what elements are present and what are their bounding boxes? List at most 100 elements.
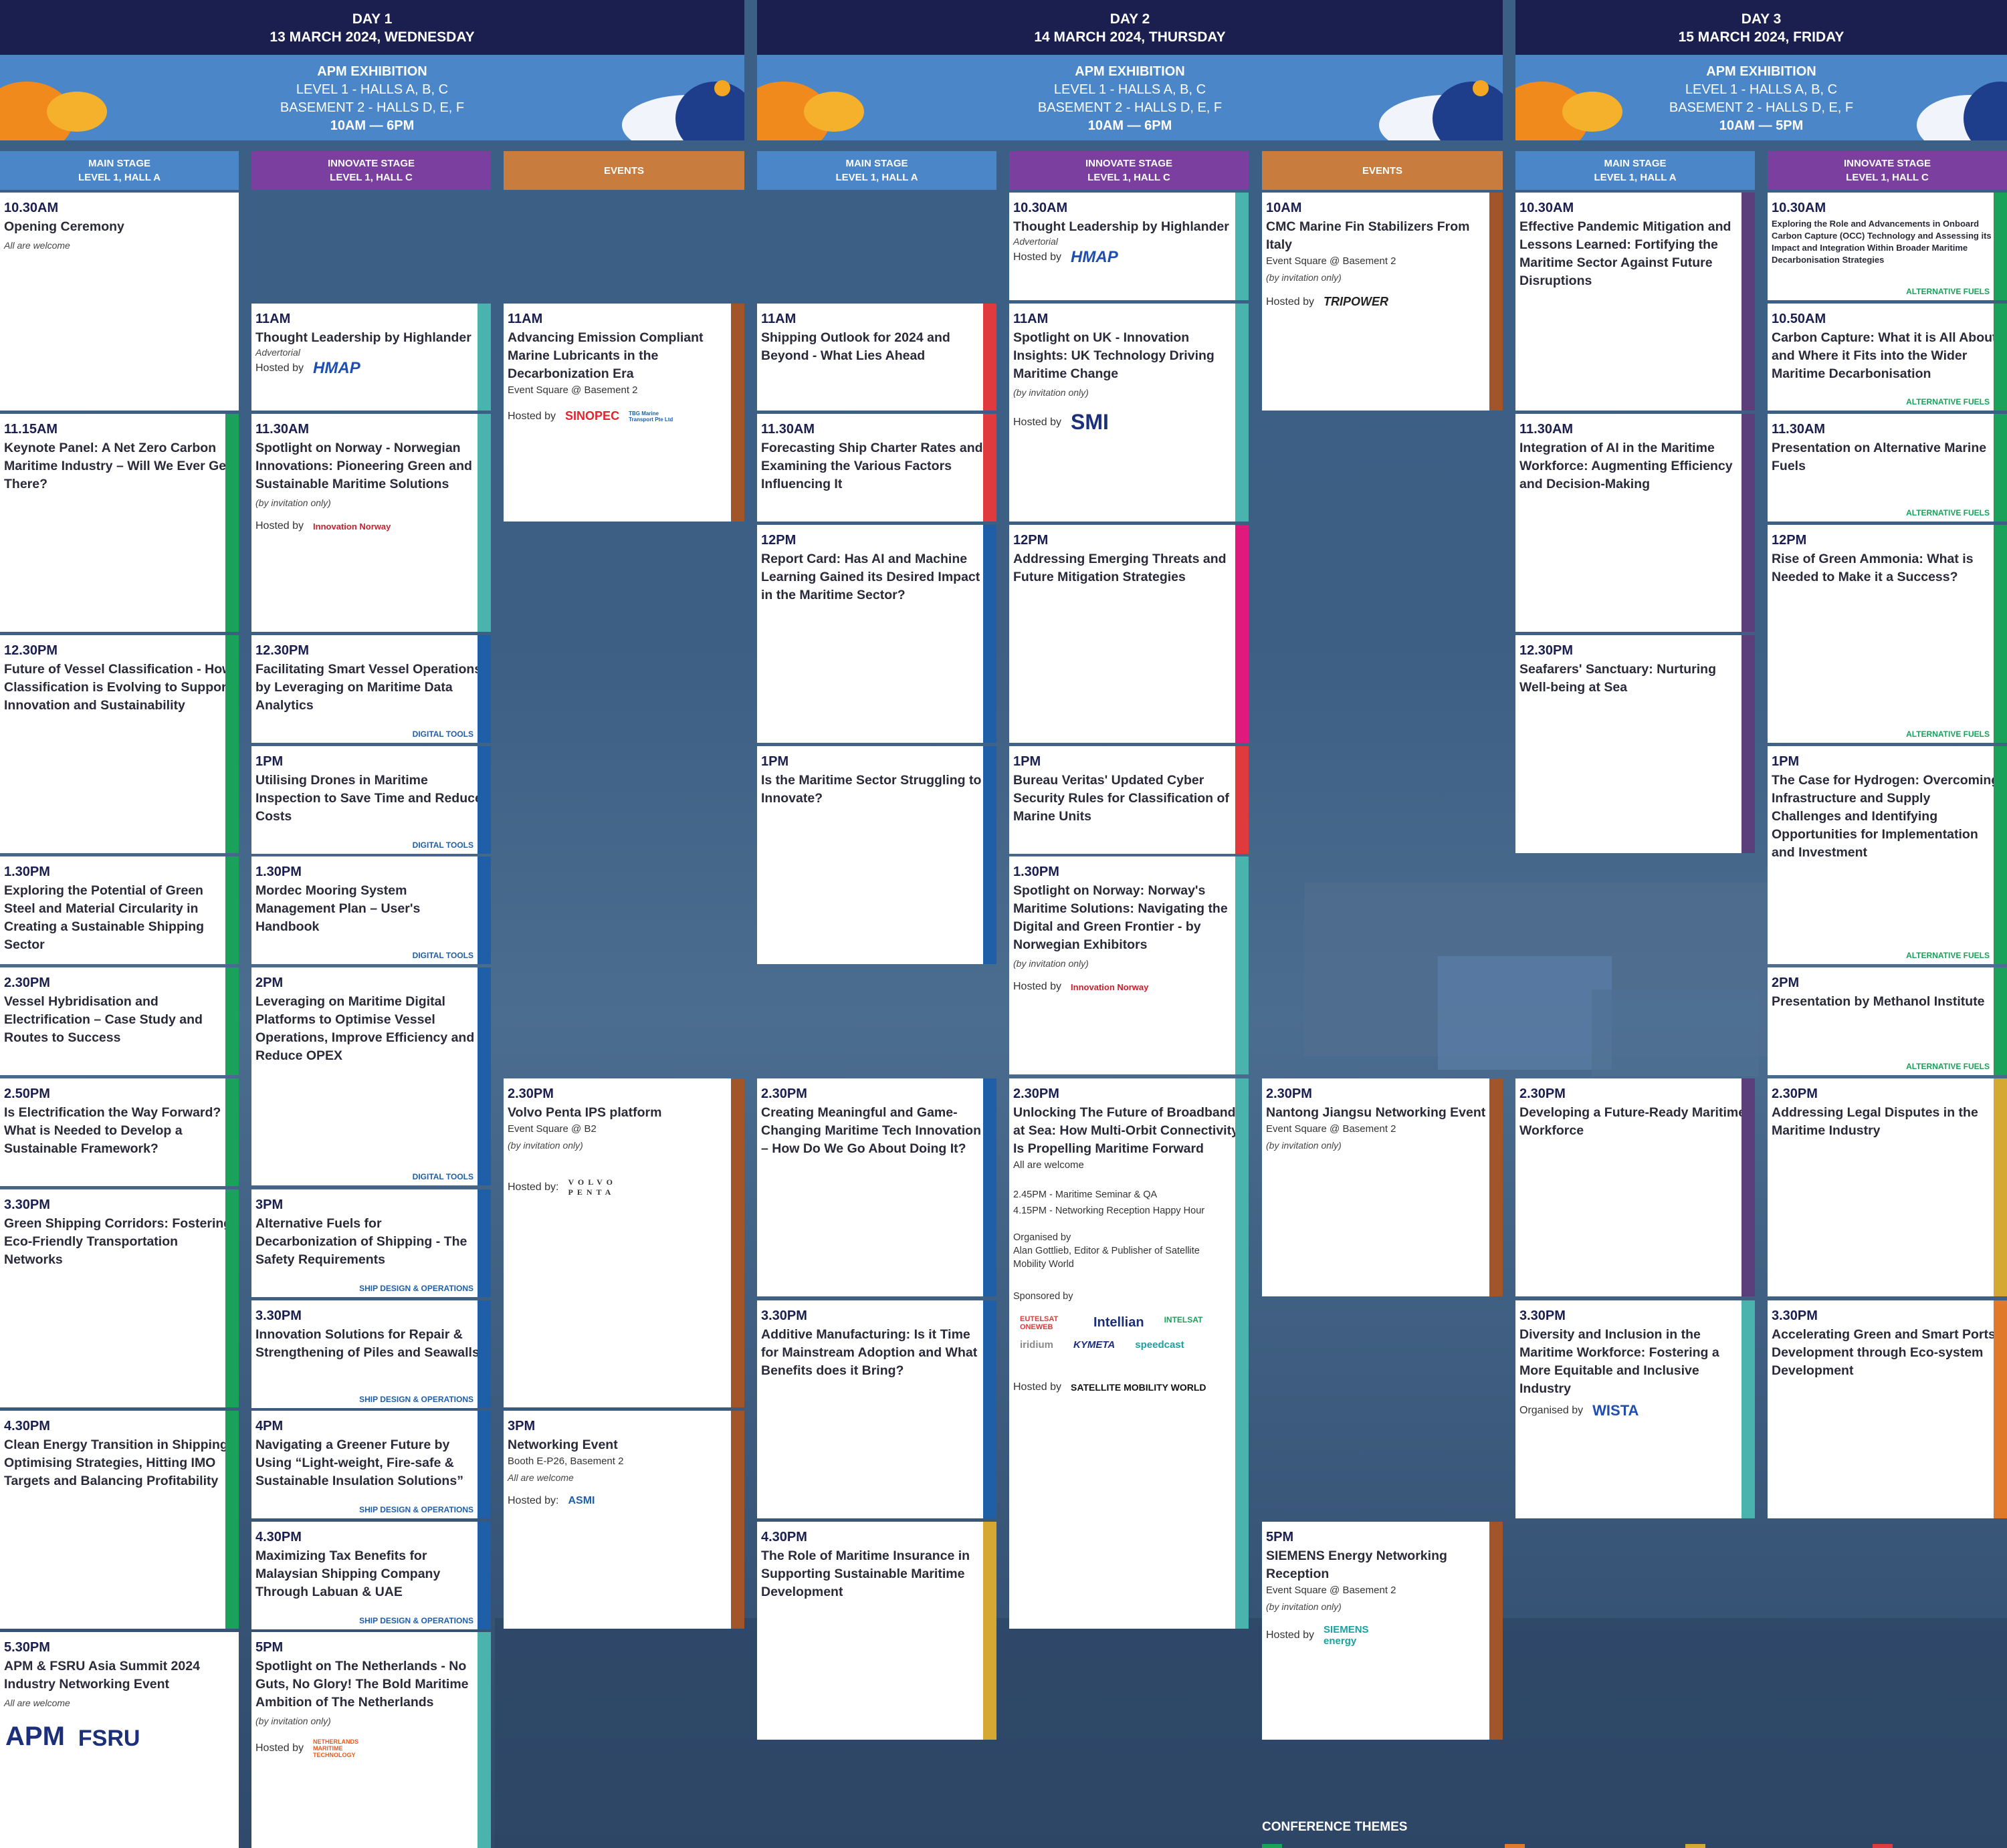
theme-stripe [1994, 967, 2007, 1075]
session-note: (by invitation only) [1013, 387, 1089, 398]
session-detail: 2.45PM - Maritime Seminar & QA [1013, 1189, 1158, 1200]
session-card[interactable]: 12.30PM Facilitating Smart Vessel Operat… [251, 635, 491, 743]
host-row: Hosted by HMAP [1013, 248, 1118, 266]
session-card[interactable]: 11.30AM Presentation on Alternative Mari… [1768, 414, 2007, 522]
session-time: 3.30PM [255, 1308, 302, 1323]
theme-stripe [983, 414, 996, 522]
session-title: Opening Ceremony [4, 219, 124, 234]
event-card[interactable]: 2.30PM Volvo Penta IPS platform Event Sq… [504, 1078, 744, 1407]
theme-stripe [731, 304, 744, 522]
session-title: Effective Pandemic Mitigation and Lesson… [1519, 219, 1731, 288]
background-container-stack [1592, 990, 1759, 1076]
session-card[interactable]: 11AM Shipping Outlook for 2024 and Beyon… [757, 304, 996, 411]
theme-stripe [1994, 1078, 2007, 1296]
session-time: 11.30AM [1772, 422, 1826, 437]
theme-stripe [1741, 193, 1755, 411]
session-card[interactable]: 10.50AM Carbon Capture: What it is All A… [1768, 304, 2007, 411]
session-card[interactable]: 3.30PM Green Shipping Corridors: Fosteri… [0, 1189, 239, 1407]
session-card[interactable]: 2.30PM Addressing Legal Disputes in the … [1768, 1078, 2007, 1296]
session-location: Booth E-P26, Basement 2 [508, 1456, 624, 1467]
session-card[interactable]: 11AM Thought Leadership by Highlander Ad… [251, 304, 491, 411]
session-card[interactable]: 12.30PM Future of Vessel Classification … [0, 635, 239, 853]
session-card[interactable]: 12.30PM Seafarers' Sanctuary: Nurturing … [1515, 635, 1755, 853]
theme-swatch [1262, 1844, 1282, 1848]
event-card[interactable]: 3PM Networking Event Booth E-P26, Baseme… [504, 1411, 744, 1629]
session-card[interactable]: 12PM Rise of Green Ammonia: What is Need… [1768, 525, 2007, 743]
session-card[interactable]: 4.30PM Maximizing Tax Benefits for Malay… [251, 1522, 491, 1629]
session-card[interactable]: 1PM Bureau Veritas' Updated Cyber Securi… [1009, 746, 1249, 854]
theme-stripe [478, 414, 491, 632]
session-location: Event Square @ Basement 2 [1266, 1585, 1396, 1596]
tbg-logo: TBG Marine Transport Pte Ltd [629, 410, 673, 423]
session-title: Spotlight on UK - Innovation Insights: U… [1013, 330, 1214, 381]
session-title: Bureau Veritas' Updated Cyber Security R… [1013, 773, 1229, 824]
session-card[interactable]: 4.30PM Clean Energy Transition in Shippi… [0, 1411, 239, 1629]
theme-stripe [1994, 525, 2007, 743]
session-card[interactable]: 2.30PM Vessel Hybridisation and Electrif… [0, 967, 239, 1075]
event-card[interactable]: 11AM Advancing Emission Compliant Marine… [504, 304, 744, 522]
session-time: 11AM [1013, 312, 1049, 326]
column-header-main-stage: MAIN STAGE LEVEL 1, HALL A [1515, 151, 1755, 190]
session-card[interactable]: 2PM Presentation by Methanol Institute A… [1768, 967, 2007, 1075]
session-card[interactable]: 3PM Alternative Fuels for Decarbonizatio… [251, 1189, 491, 1297]
event-card[interactable]: 5PM SIEMENS Energy Networking Reception … [1262, 1522, 1503, 1740]
theme-stripe [1741, 1300, 1755, 1518]
session-time: 11AM [761, 312, 797, 326]
theme-stripe [983, 1078, 996, 1296]
exhibition-title: APM EXHIBITION [1075, 64, 1185, 79]
session-card[interactable]: 3.30PM Diversity and Inclusion in the Ma… [1515, 1300, 1755, 1518]
session-card[interactable]: 1PM The Case for Hydrogen: Overcoming In… [1768, 746, 2007, 964]
session-card[interactable]: 10.30AM Opening Ceremony All are welcome [0, 193, 239, 411]
session-card[interactable]: 1.30PM Exploring the Potential of Green … [0, 856, 239, 964]
session-card[interactable]: 10.30AM Effective Pandemic Mitigation an… [1515, 193, 1755, 411]
session-time: 2.30PM [1013, 1086, 1059, 1101]
session-card[interactable]: 1.30PM Mordec Mooring System Management … [251, 856, 491, 964]
session-card[interactable]: 11.30AM Spotlight on Norway - Norwegian … [251, 414, 491, 632]
session-card[interactable]: 1.30PM Spotlight on Norway: Norway's Mar… [1009, 856, 1249, 1074]
session-title: Seafarers' Sanctuary: Nurturing Well-bei… [1519, 662, 1716, 695]
session-card[interactable]: 4.30PM The Role of Maritime Insurance in… [757, 1522, 996, 1740]
session-card[interactable]: 2.30PM Creating Meaningful and Game-Chan… [757, 1078, 996, 1296]
session-card[interactable]: 3.30PM Accelerating Green and Smart Port… [1768, 1300, 2007, 1518]
event-card[interactable]: 2.30PM Nantong Jiangsu Networking Event … [1262, 1078, 1503, 1296]
day-date: 15 MARCH 2024, FRIDAY [1678, 29, 1844, 45]
session-time: 12PM [1772, 533, 1807, 548]
session-time: 4PM [255, 1419, 284, 1433]
theme-stripe [478, 304, 491, 411]
session-card[interactable]: 2.50PM Is Electrification the Way Forwar… [0, 1078, 239, 1186]
session-card[interactable]: 11.30AM Integration of AI in the Maritim… [1515, 414, 1755, 632]
theme-tag: ALTERNATIVE FUELS [1906, 508, 1990, 517]
session-card[interactable]: 12PM Report Card: Has AI and Machine Lea… [757, 525, 996, 743]
session-note: All are welcome [4, 240, 70, 251]
session-card[interactable]: 10.30AM Thought Leadership by Highlander… [1009, 193, 1249, 300]
session-card[interactable]: 11.30AM Forecasting Ship Charter Rates a… [757, 414, 996, 522]
session-title: Developing a Future-Ready Maritime Workf… [1519, 1105, 1746, 1138]
session-time: 1.30PM [255, 864, 302, 879]
session-card[interactable]: 1PM Utilising Drones in Maritime Inspect… [251, 746, 491, 854]
session-card[interactable]: 4PM Navigating a Greener Future by Using… [251, 1411, 491, 1518]
session-card[interactable]: 11AM Spotlight on UK - Innovation Insigh… [1009, 304, 1249, 522]
session-card[interactable]: 2.30PM Unlocking The Future of Broadband… [1009, 1078, 1249, 1629]
session-card[interactable]: 5PM Spotlight on The Netherlands - No Gu… [251, 1632, 491, 1848]
session-location: Event Square @ Basement 2 [508, 384, 638, 396]
event-card[interactable]: 10AM CMC Marine Fin Stabilizers From Ita… [1262, 193, 1503, 411]
session-card[interactable]: 10.30AM Exploring the Role and Advanceme… [1768, 193, 2007, 300]
session-card[interactable]: 1PM Is the Maritime Sector Struggling to… [757, 746, 996, 964]
session-title: Maximizing Tax Benefits for Malaysian Sh… [255, 1548, 441, 1599]
session-card[interactable]: 5.30PM APM & FSRU Asia Summit 2024 Indus… [0, 1632, 239, 1848]
day-label: DAY 2 [1110, 11, 1150, 27]
session-card[interactable]: 12PM Addressing Emerging Threats and Fut… [1009, 525, 1249, 743]
session-card[interactable]: 3.30PM Additive Manufacturing: Is it Tim… [757, 1300, 996, 1518]
session-card[interactable]: 2PM Leveraging on Maritime Digital Platf… [251, 967, 491, 1185]
session-time: 2.30PM [508, 1086, 554, 1101]
theme-stripe [225, 1189, 239, 1407]
session-time: 10.30AM [1519, 201, 1574, 215]
session-card[interactable]: 2.30PM Developing a Future-Ready Maritim… [1515, 1078, 1755, 1296]
session-title: Spotlight on The Netherlands - No Guts, … [255, 1659, 469, 1710]
session-card[interactable]: 11.15AM Keynote Panel: A Net Zero Carbon… [0, 414, 239, 632]
theme-tag: SHIP DESIGN & OPERATIONS [359, 1616, 473, 1625]
session-time: 10.30AM [4, 201, 59, 215]
host-row: Hosted by: VOLVO PENTA [508, 1177, 739, 1197]
session-title: Networking Event [508, 1437, 618, 1452]
session-card[interactable]: 3.30PM Innovation Solutions for Repair &… [251, 1300, 491, 1408]
